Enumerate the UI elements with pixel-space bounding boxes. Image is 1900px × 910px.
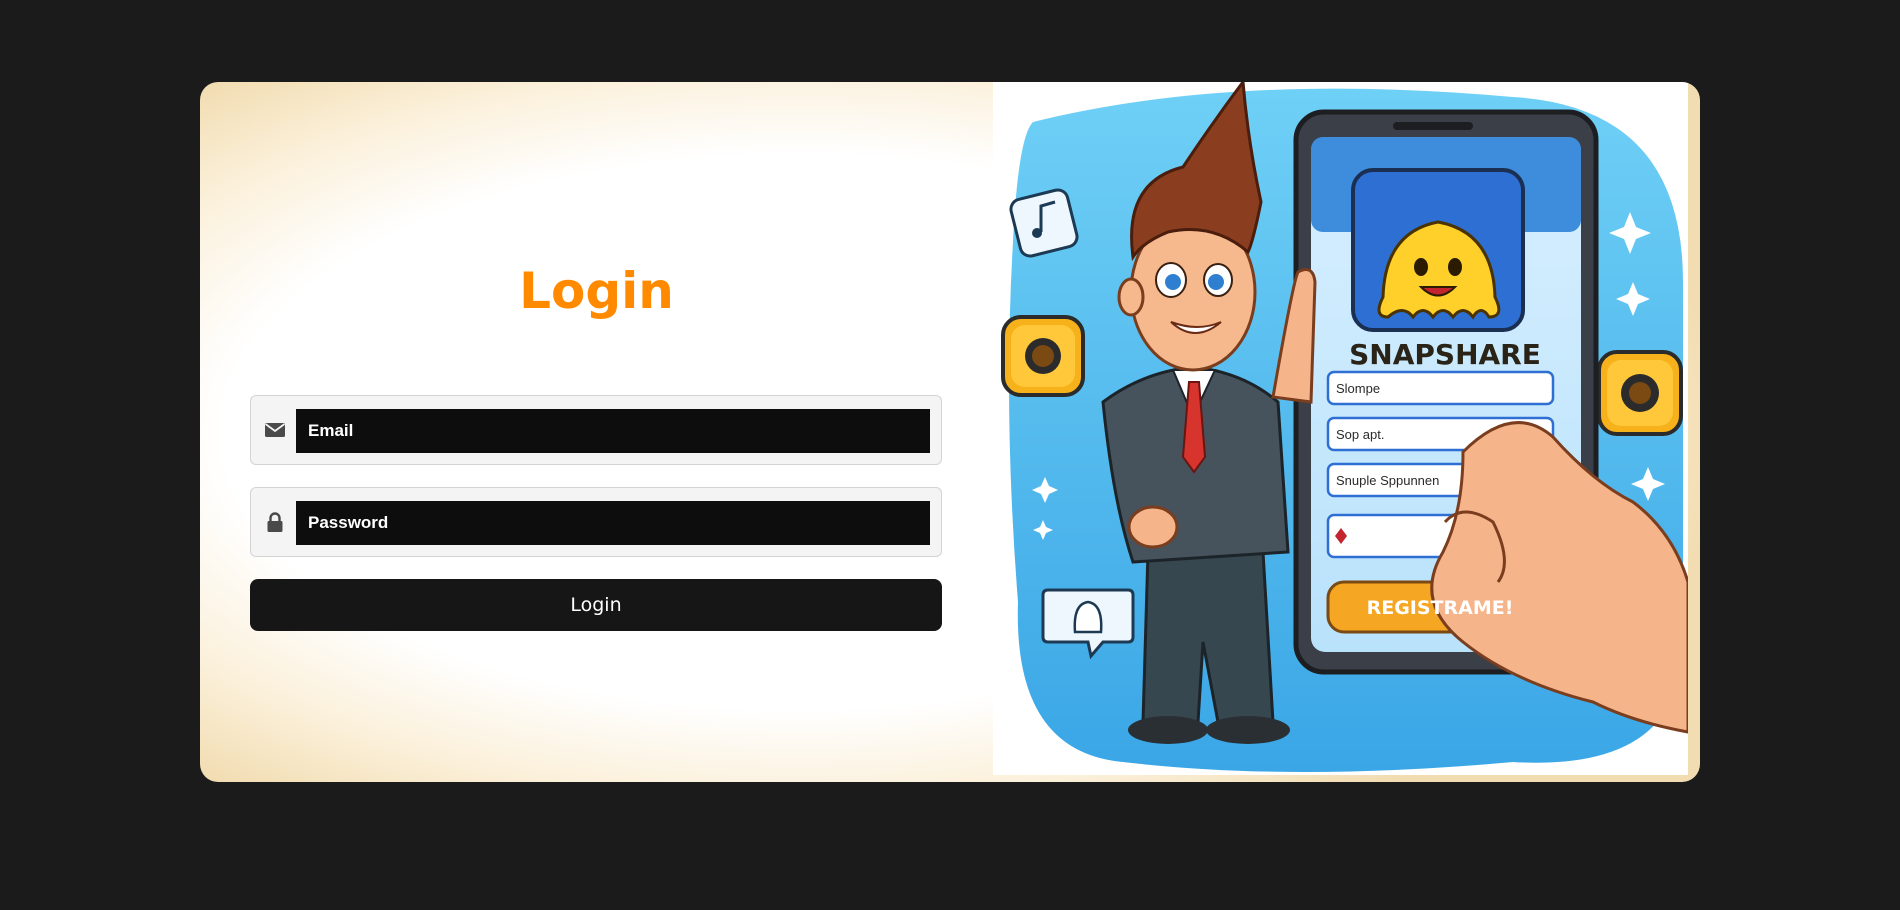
email-field-wrapper: [250, 395, 942, 465]
login-card: Login Login: [200, 82, 1700, 782]
music-note-icon: [1009, 188, 1079, 258]
illustration-register-button: REGISTRAME!: [1367, 597, 1514, 619]
password-input[interactable]: [296, 501, 930, 545]
illustration-canvas: SNAPSHARE Slompe Sop apt. Snuple Sppunne…: [1001, 82, 1690, 772]
snapshare-illustration: SNAPSHARE Slompe Sop apt. Snuple Sppunne…: [993, 82, 1690, 775]
lock-icon: [263, 510, 287, 534]
email-input[interactable]: [296, 409, 930, 453]
camera-icon-right: [1597, 350, 1683, 436]
camera-icon-left: [1001, 315, 1085, 397]
login-form: Login Login: [200, 82, 993, 782]
page-title: Login: [519, 262, 674, 320]
illustration-field-1: Slompe: [1336, 381, 1380, 396]
envelope-icon: [263, 418, 287, 442]
illustration-field-3: Snuple Sppunnen: [1336, 473, 1439, 488]
login-button[interactable]: Login: [250, 579, 942, 631]
app-name: SNAPSHARE: [1349, 338, 1541, 371]
password-field-wrapper: [250, 487, 942, 557]
illustration-field-2: Sop apt.: [1336, 427, 1384, 442]
